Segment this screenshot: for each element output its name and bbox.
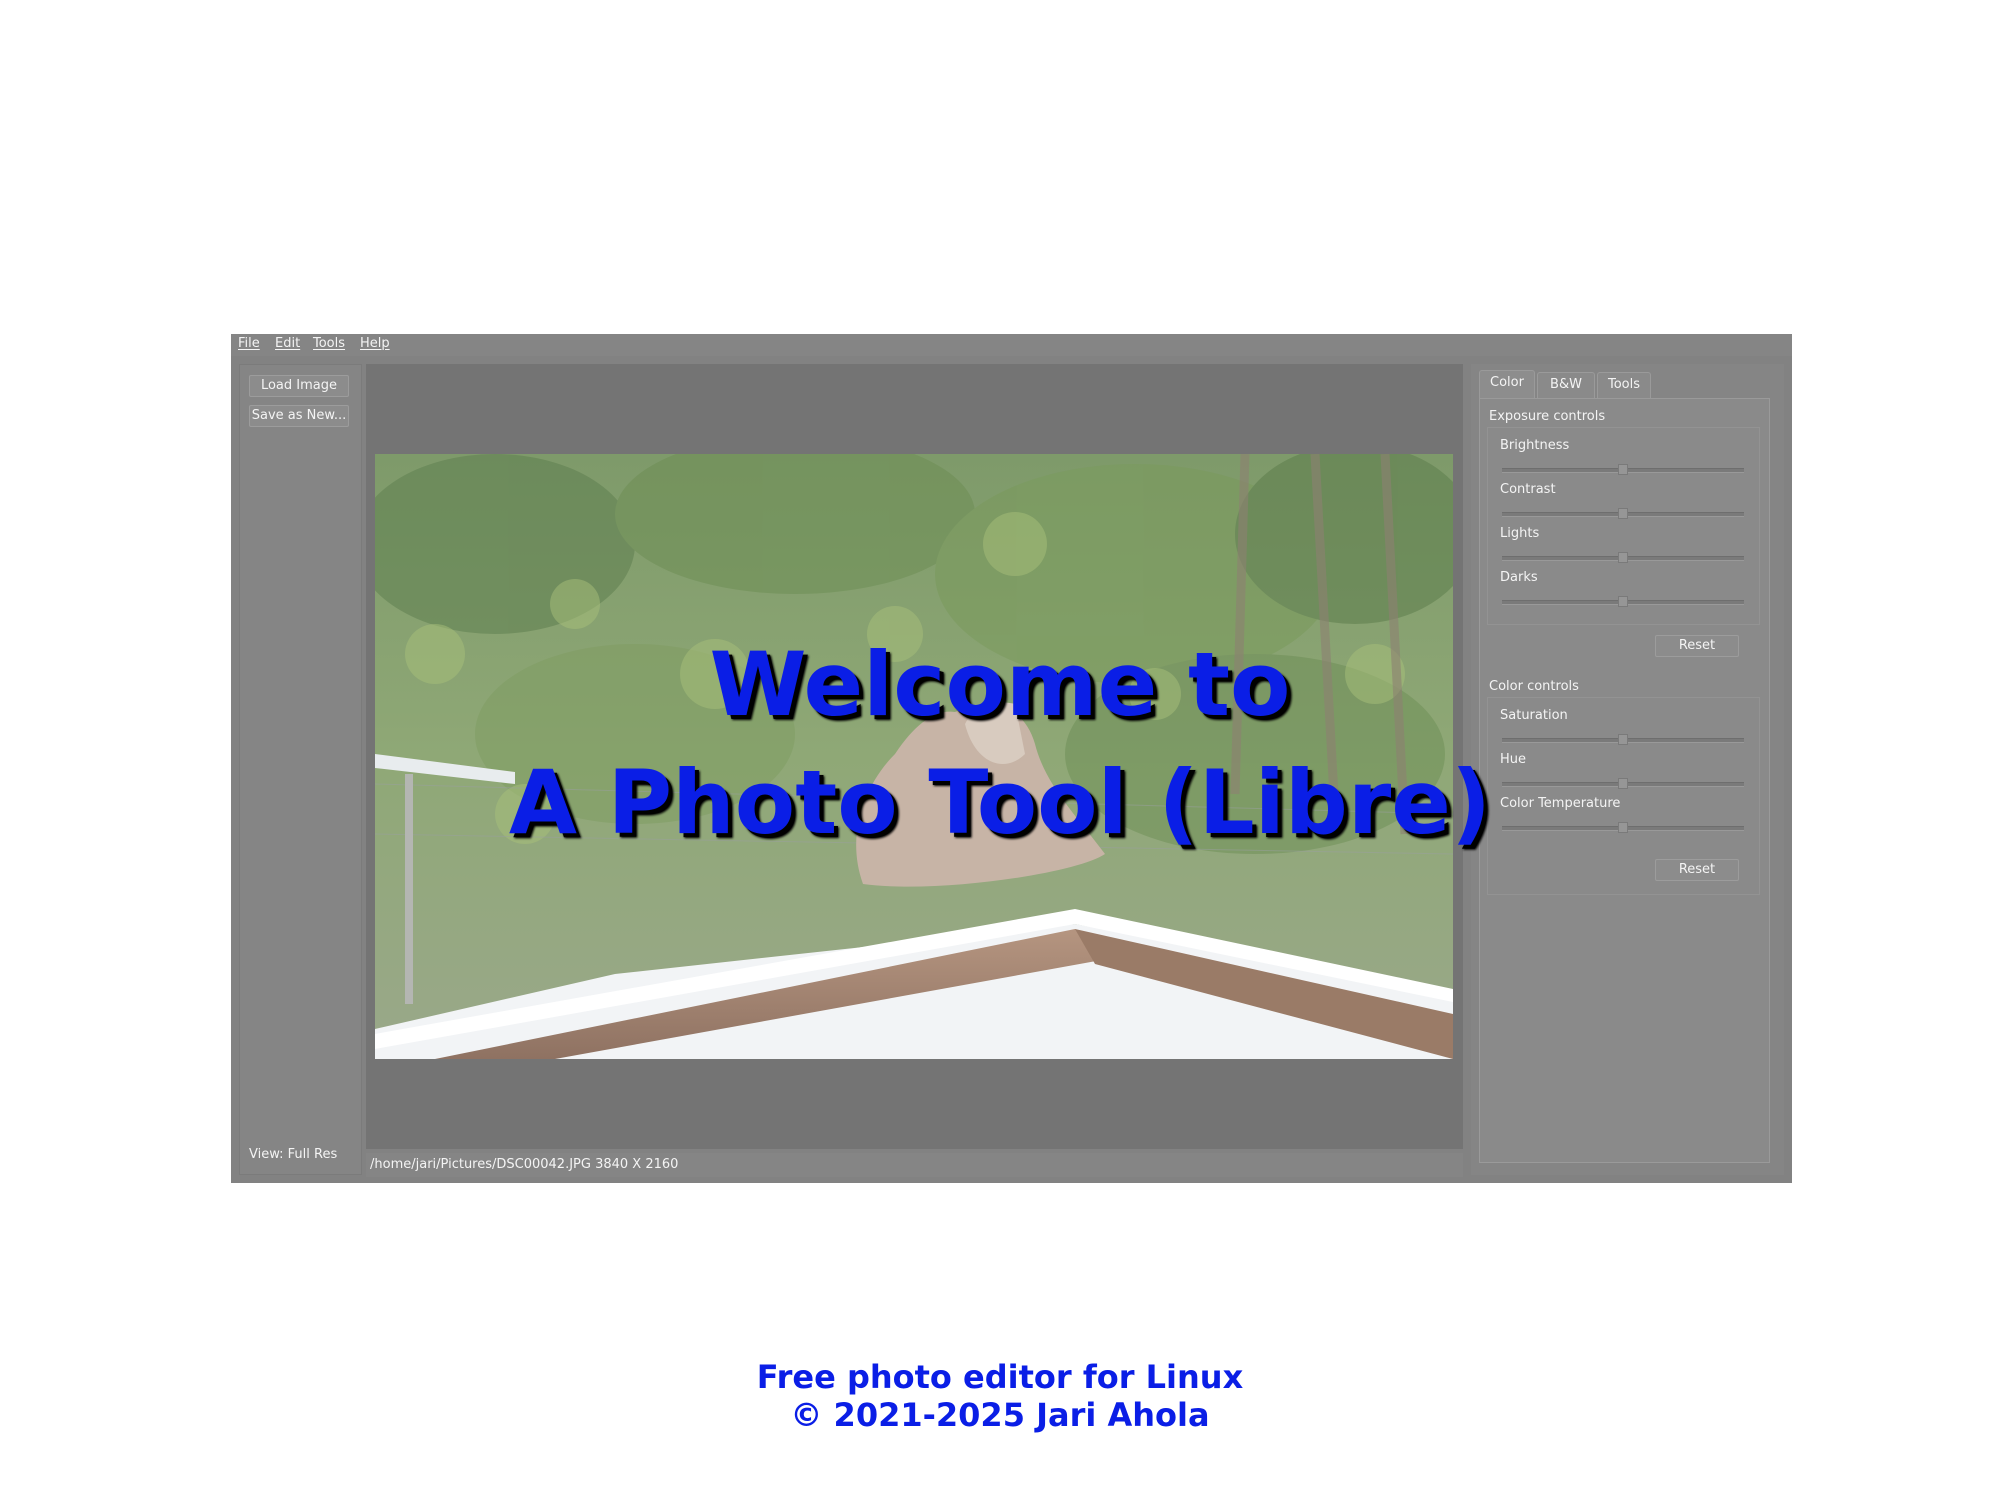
footer-copyright: © 2021-2025 Jari Ahola <box>790 1396 1210 1434</box>
lights-slider-handle[interactable] <box>1618 552 1628 563</box>
footer-tagline: Free photo editor for Linux <box>756 1358 1244 1396</box>
load-image-button[interactable]: Load Image <box>249 375 349 397</box>
exposure-controls-group: Brightness Contrast Lights Darks <box>1487 427 1760 625</box>
save-as-new-button[interactable]: Save as New... <box>249 405 349 427</box>
tab-bw[interactable]: B&W <box>1537 372 1595 398</box>
color-reset-button[interactable]: Reset <box>1655 859 1739 881</box>
welcome-line-1: Welcome to <box>709 633 1291 736</box>
saturation-slider-handle[interactable] <box>1618 734 1628 745</box>
saturation-slider[interactable] <box>1502 734 1744 745</box>
tab-tools[interactable]: Tools <box>1597 372 1651 398</box>
menu-tools[interactable]: Tools <box>313 336 345 351</box>
contrast-slider-handle[interactable] <box>1618 508 1628 519</box>
contrast-label: Contrast <box>1500 482 1556 497</box>
status-bar: /home/jari/Pictures/DSC00042.JPG 3840 X … <box>366 1153 1463 1177</box>
file-info-text: /home/jari/Pictures/DSC00042.JPG 3840 X … <box>370 1157 679 1172</box>
exposure-controls-title: Exposure controls <box>1489 409 1606 424</box>
menu-help[interactable]: Help <box>360 336 390 351</box>
lights-label: Lights <box>1500 526 1540 541</box>
tab-color[interactable]: Color <box>1479 370 1535 398</box>
darks-slider[interactable] <box>1502 596 1744 607</box>
brightness-slider-handle[interactable] <box>1618 464 1628 475</box>
menu-edit[interactable]: Edit <box>275 336 300 351</box>
lights-slider[interactable] <box>1502 552 1744 563</box>
brightness-label: Brightness <box>1500 438 1570 453</box>
contrast-slider[interactable] <box>1502 508 1744 519</box>
menu-file[interactable]: File <box>238 336 260 351</box>
darks-label: Darks <box>1500 570 1538 585</box>
brightness-slider[interactable] <box>1502 464 1744 475</box>
view-mode-label: View: Full Res <box>249 1147 338 1162</box>
page: File Edit Tools Help Load Image Save as … <box>0 0 2000 1500</box>
darks-slider-handle[interactable] <box>1618 596 1628 607</box>
menu-bar: File Edit Tools Help <box>231 334 1792 356</box>
welcome-line-2: A Photo Tool (Libre) <box>508 751 1492 854</box>
